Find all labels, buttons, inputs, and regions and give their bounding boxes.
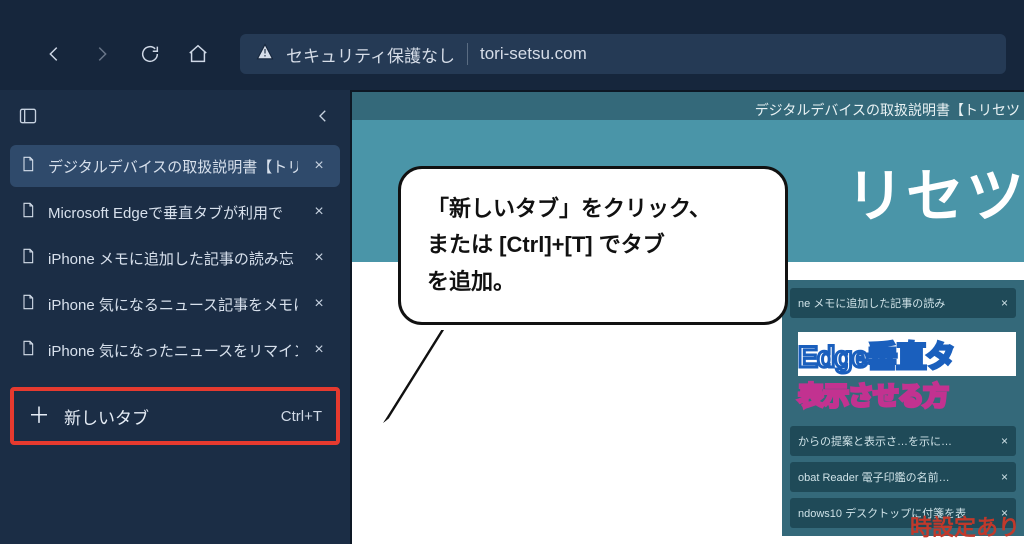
page-icon (20, 201, 38, 223)
close-tab-button[interactable]: × (308, 247, 330, 269)
page-icon (20, 247, 38, 269)
callout-line: または [Ctrl]+[T] でタブ (427, 227, 759, 263)
widget-row[interactable]: ne メモに追加した記事の読み × (790, 288, 1016, 318)
tab-title: Microsoft Edgeで垂直タブが利用で (48, 202, 298, 223)
not-secure-icon (256, 43, 274, 66)
tab-title: iPhone 気になったニュースをリマインダ (48, 340, 298, 361)
vertical-tab[interactable]: iPhone 気になるニュース記事をメモに × (10, 283, 340, 325)
collapse-sidebar-icon[interactable] (314, 107, 332, 130)
tab-actions-icon[interactable] (18, 106, 38, 131)
widget-row-text: ne メモに追加した記事の読み (798, 295, 945, 311)
close-tab-button[interactable]: × (308, 155, 330, 177)
plus-icon: ＋ (28, 405, 50, 427)
vertical-tabs-sidebar: デジタルデバイスの取扱説明書【トリセ × Microsoft Edgeで垂直タブ… (0, 90, 350, 544)
widget-row-text: からの提案と表示さ…を示に… (798, 433, 952, 449)
art-text: Edge (798, 341, 867, 374)
page-icon (20, 293, 38, 315)
close-tab-button[interactable]: × (308, 293, 330, 315)
page-icon (20, 339, 38, 361)
close-icon[interactable]: × (1001, 296, 1008, 310)
widget-row-text: obat Reader 電子印鑑の名前… (798, 469, 950, 485)
close-icon[interactable]: × (1001, 470, 1008, 484)
art-text: 垂直タ (867, 341, 954, 374)
widget-row[interactable]: obat Reader 電子印鑑の名前… × (790, 462, 1016, 492)
page-icon (20, 155, 38, 177)
address-divider (467, 43, 468, 65)
address-domain: tori-setsu.com (480, 44, 587, 64)
back-button[interactable] (34, 34, 74, 74)
site-title-fragment: リセツ (846, 149, 1024, 233)
security-label: セキュリティ保護なし (286, 42, 455, 67)
new-tab-highlight: ＋ 新しいタブ Ctrl+T (10, 387, 340, 445)
vertical-tab[interactable]: iPhone メモに追加した記事の読み忘 × (10, 237, 340, 279)
refresh-button[interactable] (130, 34, 170, 74)
annotation-callout: 「新しいタブ」をクリック、 または [Ctrl]+[T] でタブ を追加。 (398, 166, 788, 325)
forward-button[interactable] (82, 34, 122, 74)
close-icon[interactable]: × (1001, 434, 1008, 448)
article-thumbnail[interactable]: Edge垂直タ 表示させる方 (790, 324, 1016, 420)
heading-fragment: 時設定あり (906, 510, 1020, 542)
callout-line: 「新しいタブ」をクリック、 (427, 191, 759, 227)
tab-title: デジタルデバイスの取扱説明書【トリセ (48, 156, 298, 177)
vertical-tab[interactable]: iPhone 気になったニュースをリマインダ × (10, 329, 340, 371)
new-tab-button[interactable]: ＋ 新しいタブ Ctrl+T (14, 391, 336, 441)
callout-line: を追加。 (427, 264, 759, 300)
close-tab-button[interactable]: × (308, 201, 330, 223)
browser-toolbar: セキュリティ保護なし tori-setsu.com (0, 0, 1024, 90)
site-tagline: デジタルデバイスの取扱説明書【トリセツ (755, 100, 1024, 120)
new-tab-shortcut: Ctrl+T (281, 408, 322, 425)
close-tab-button[interactable]: × (308, 339, 330, 361)
tab-title: iPhone メモに追加した記事の読み忘 (48, 248, 298, 269)
home-button[interactable] (178, 34, 218, 74)
vertical-tab[interactable]: Microsoft Edgeで垂直タブが利用で × (10, 191, 340, 233)
address-bar[interactable]: セキュリティ保護なし tori-setsu.com (240, 34, 1006, 74)
widget-row[interactable]: からの提案と表示さ…を示に… × (790, 426, 1016, 456)
art-text: 表示させる方 (798, 376, 1016, 413)
page-content: デジタルデバイスの取扱説明書【トリセツ リセツ ne メモに追加した記事の読み ×… (350, 90, 1024, 544)
vertical-tab[interactable]: デジタルデバイスの取扱説明書【トリセ × (10, 145, 340, 187)
sidebar-widget: ne メモに追加した記事の読み × Edge垂直タ 表示させる方 からの提案と表示… (782, 280, 1024, 536)
new-tab-label: 新しいタブ (64, 404, 149, 429)
tab-title: iPhone 気になるニュース記事をメモに (48, 294, 298, 315)
